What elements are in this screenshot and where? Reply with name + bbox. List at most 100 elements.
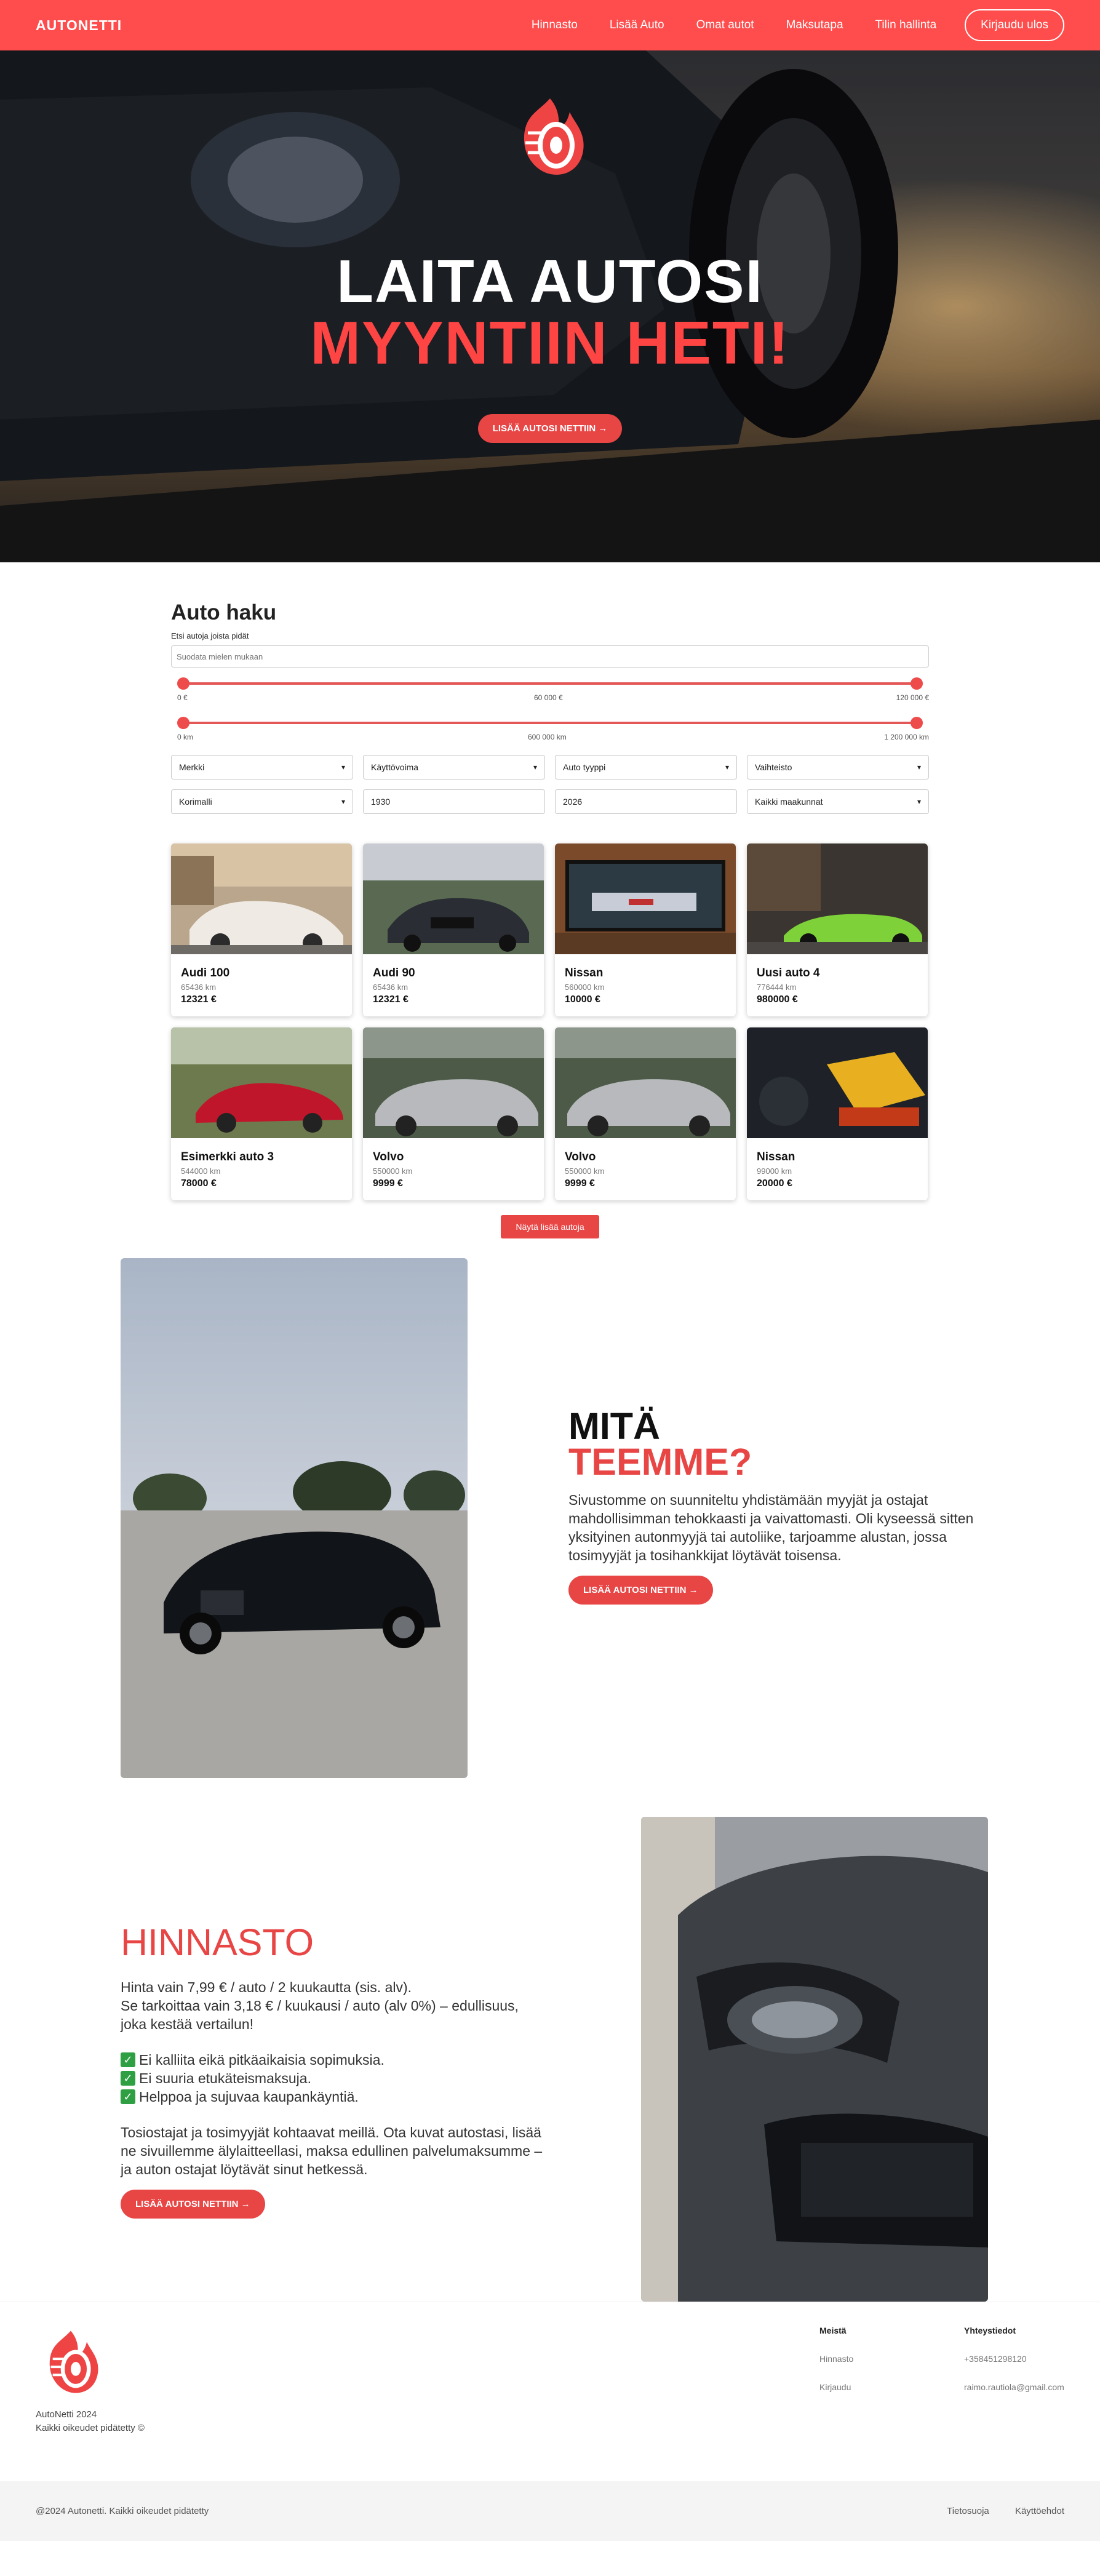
brand-select[interactable]: Merkki ▾ [171, 755, 353, 780]
car-card[interactable]: Esimerkki auto 3 544000 km 78000 € [171, 1027, 352, 1200]
nav-link-tilin-hallinta[interactable]: Tilin hallinta [875, 18, 937, 32]
filter-grid: Merkki ▾ Käyttövoima ▾ Auto tyyppi ▾ Vaihte… [171, 755, 929, 814]
pricing-add-car-button[interactable]: LISÄÄ AUTOSI NETTIIN → [121, 2190, 265, 2219]
car-mileage: 65436 km [373, 983, 409, 992]
km-min-label: 0 km [177, 733, 194, 741]
chevron-down-icon: ▾ [917, 763, 921, 772]
car-photo [171, 843, 352, 954]
car-card[interactable]: Audi 90 65436 km 12321 € [363, 843, 544, 1016]
hero-add-car-button[interactable]: LISÄÄ AUTOSI NETTIIN → [477, 414, 623, 443]
sedan-photo [121, 1258, 468, 1778]
car-mileage: 544000 km [181, 1166, 221, 1176]
body-type-select[interactable]: Korimalli ▾ [171, 789, 353, 814]
mercedes-photo [641, 1817, 988, 2302]
car-card[interactable]: Volvo 550000 km 9999 € [555, 1027, 736, 1200]
search-input[interactable] [171, 645, 929, 668]
car-photo [747, 843, 928, 954]
footer-col-meista: Meistä Hinnasto Kirjaudu [819, 2326, 853, 2392]
car-name: Volvo [373, 1150, 404, 1163]
checkmark-icon: ✓ [121, 2089, 135, 2104]
year-max-value: 2026 [563, 797, 583, 807]
footer-legal-links: Tietosuoja Käyttöehdot [923, 2506, 1064, 2516]
hero-title-line1: LAITA AUTOSI [337, 247, 763, 315]
about-section: MITÄ TEEMME? Sivustomme on suunniteltu y… [0, 1238, 1100, 1780]
price-range-slider[interactable]: 0 € 60 000 € 120 000 € [171, 674, 929, 707]
footer-phone[interactable]: +358451298120 [964, 2354, 1064, 2364]
benefit-item: ✓ Ei kalliita eikä pitkäaikaisia sopimuks… [121, 2051, 545, 2069]
footer-link-hinnasto[interactable]: Hinnasto [819, 2354, 853, 2364]
car-card[interactable]: Volvo 550000 km 9999 € [363, 1027, 544, 1200]
year-min-input[interactable]: 1930 [363, 789, 545, 814]
pricing-text: HINNASTO Hinta vain 7,99 € / auto / 2 ku… [121, 1923, 545, 2219]
car-name: Nissan [565, 967, 604, 979]
fuel-select[interactable]: Käyttövoima ▾ [363, 755, 545, 780]
car-photo [747, 1027, 928, 1138]
pricing-description: Tosiostajat ja tosimyyjät kohtaavat meil… [121, 2124, 543, 2177]
transmission-select-value: Vaihteisto [755, 762, 792, 772]
about-add-car-button[interactable]: LISÄÄ AUTOSI NETTIIN → [568, 1576, 713, 1605]
nav-link-omat-autot[interactable]: Omat autot [696, 18, 754, 32]
chevron-down-icon: ▾ [533, 763, 537, 772]
car-price: 12321 € [373, 994, 409, 1005]
car-photo [171, 1027, 352, 1138]
transmission-select[interactable]: Vaihteisto ▾ [747, 755, 929, 780]
price-mid-label: 60 000 € [534, 693, 563, 702]
logout-button[interactable]: Kirjaudu ulos [965, 9, 1064, 41]
car-price: 78000 € [181, 1178, 217, 1189]
search-subtitle: Etsi autoja joista pidät [171, 631, 249, 640]
car-mileage: 776444 km [757, 983, 797, 992]
tire-flame-logo-icon [524, 98, 584, 175]
pricing-line1: Hinta vain 7,99 € / auto / 2 kuukautta (… [121, 1979, 412, 1995]
car-price: 9999 € [565, 1178, 595, 1189]
car-photo [363, 1027, 544, 1138]
checkmark-icon: ✓ [121, 2071, 135, 2086]
car-card[interactable]: Nissan 560000 km 10000 € [555, 843, 736, 1016]
car-search-section: Auto haku Etsi autoja joista pidät 0 € 6… [171, 562, 929, 1238]
benefit-item: ✓ Ei suuria etukäteismaksuja. [121, 2069, 545, 2088]
car-mileage: 550000 km [373, 1166, 413, 1176]
nav-link-maksutapa[interactable]: Maksutapa [786, 18, 843, 32]
privacy-link[interactable]: Tietosuoja [947, 2506, 989, 2516]
car-card[interactable]: Uusi auto 4 776444 km 980000 € [747, 843, 928, 1016]
brand-logo-text[interactable]: AUTONETTI [36, 17, 122, 34]
nav-link-hinnasto[interactable]: Hinnasto [532, 18, 578, 32]
benefit-text: Ei kalliita eikä pitkäaikaisia sopimuksi… [139, 2052, 385, 2068]
km-min-handle[interactable] [177, 717, 189, 729]
hero-title-line2: MYYNTIIN HETI! [310, 309, 790, 377]
more-button-wrap: Näytä lisää autoja [171, 1215, 929, 1238]
nav-links: Hinnasto Lisää Auto Omat autot Maksutapa… [500, 9, 1064, 41]
footer-line2: Kaikki oikeudet pidätetty © [36, 2423, 145, 2433]
km-range-slider[interactable]: 0 km 600 000 km 1 200 000 km [171, 713, 929, 746]
show-more-cars-button[interactable]: Näytä lisää autoja [501, 1215, 599, 1238]
car-name: Esimerkki auto 3 [181, 1150, 274, 1163]
footer-link-kirjaudu[interactable]: Kirjaudu [819, 2382, 853, 2392]
car-price: 12321 € [181, 994, 217, 1005]
nav-link-lisaa-auto[interactable]: Lisää Auto [610, 18, 664, 32]
car-mileage: 99000 km [757, 1166, 792, 1176]
footer-bottom-bar: @2024 Autonetti. Kaikki oikeudet pidätet… [0, 2481, 1100, 2541]
hero-content: LAITA AUTOSI MYYNTIIN HETI! LISÄÄ AUTOSI… [0, 94, 1100, 443]
price-max-handle[interactable] [911, 677, 923, 690]
about-title: MITÄ TEEMME? [568, 1408, 977, 1481]
footer-col-contact: Yhteystiedot +358451298120 raimo.rautiol… [964, 2326, 1064, 2392]
region-select[interactable]: Kaikki maakunnat ▾ [747, 789, 929, 814]
pricing-car-photo [641, 1817, 988, 2302]
footer-email[interactable]: raimo.rautiola@gmail.com [964, 2382, 1064, 2392]
car-card[interactable]: Audi 100 65436 km 12321 € [171, 843, 352, 1016]
pricing-title: HINNASTO [121, 1921, 314, 1963]
car-type-select[interactable]: Auto tyyppi ▾ [555, 755, 737, 780]
footer-company-info: AutoNetti 2024 Kaikki oikeudet pidätetty… [36, 2408, 145, 2435]
price-min-handle[interactable] [177, 677, 189, 690]
footer-col-title: Meistä [819, 2326, 847, 2335]
car-name: Volvo [565, 1150, 596, 1163]
car-name: Audi 100 [181, 967, 230, 979]
year-max-input[interactable]: 2026 [555, 789, 737, 814]
fuel-select-value: Käyttövoima [371, 762, 419, 772]
km-max-handle[interactable] [911, 717, 923, 729]
car-card[interactable]: Nissan 99000 km 20000 € [747, 1027, 928, 1200]
km-slider-track [182, 722, 918, 724]
top-navbar: AUTONETTI Hinnasto Lisää Auto Omat autot… [0, 0, 1100, 50]
terms-link[interactable]: Käyttöehdot [1015, 2506, 1064, 2516]
car-price: 980000 € [757, 994, 798, 1005]
price-min-label: 0 € [177, 693, 188, 702]
